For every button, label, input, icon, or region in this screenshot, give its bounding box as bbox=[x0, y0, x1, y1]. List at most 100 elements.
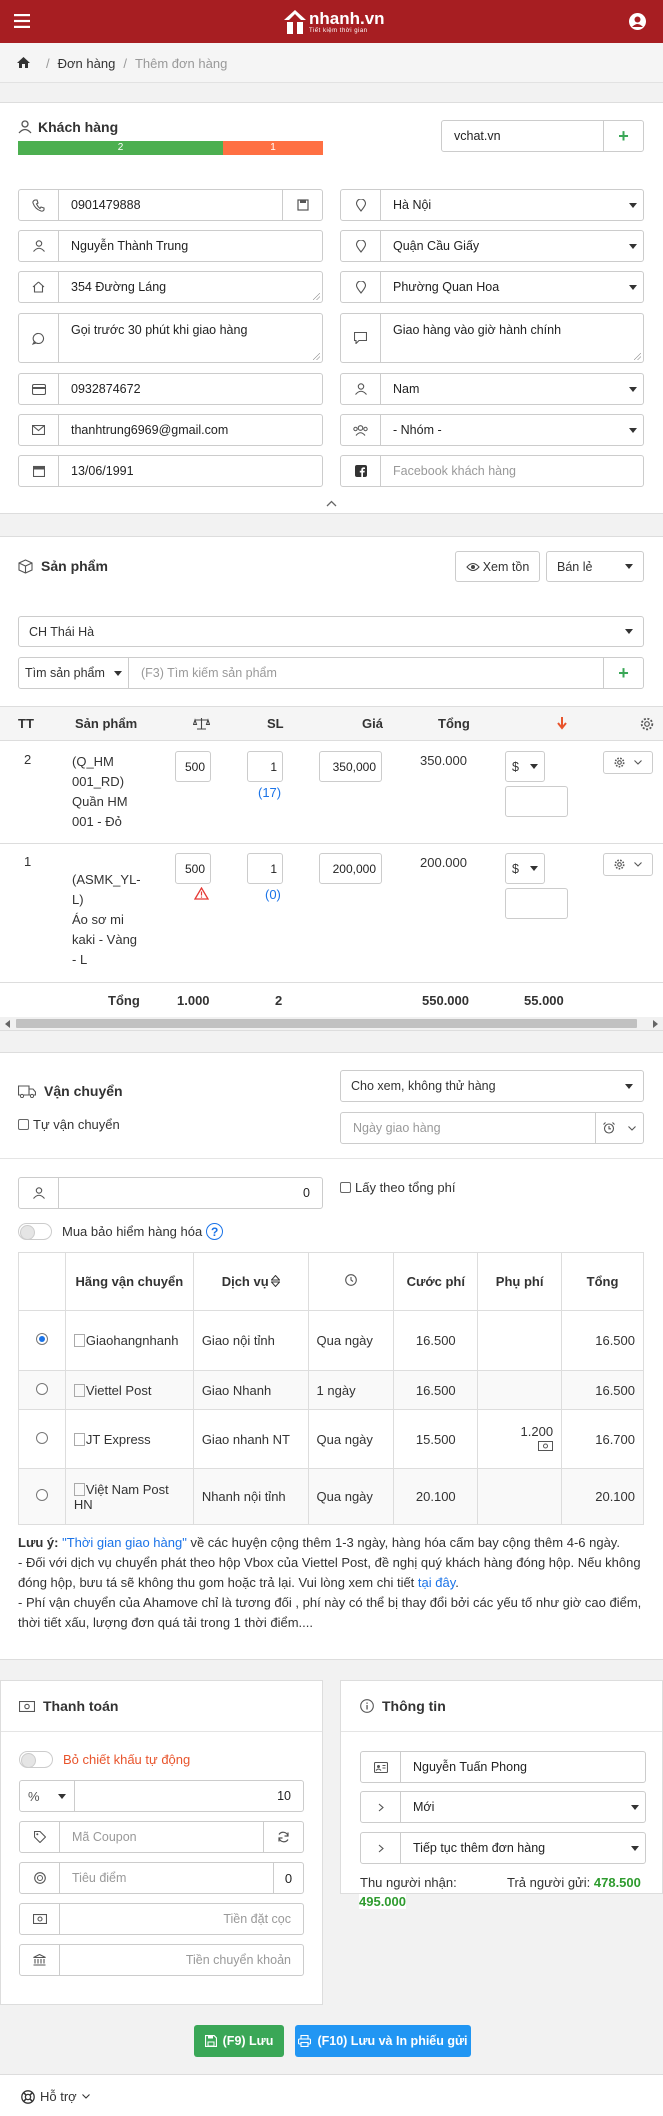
product-search-input[interactable]: (F3) Tìm kiếm sản phẩm bbox=[129, 658, 603, 688]
row-discount-input[interactable] bbox=[505, 888, 568, 919]
carrier-row[interactable]: Viettel Post Giao Nhanh 1 ngày 16.500 16… bbox=[18, 1370, 644, 1410]
delivery-time-link[interactable]: "Thời gian giao hàng" bbox=[62, 1535, 187, 1550]
add-product-button[interactable]: + bbox=[603, 658, 643, 688]
row-discount-input[interactable] bbox=[505, 786, 568, 817]
carrier-row[interactable]: Giaohangnhanh Giao nội tỉnh Qua ngày 16.… bbox=[18, 1310, 644, 1371]
row-weight-input[interactable]: 500 bbox=[175, 853, 211, 884]
group-select[interactable]: - Nhóm - bbox=[340, 414, 644, 446]
auto-discount-toggle[interactable] bbox=[19, 1751, 53, 1768]
details-link[interactable]: tại đây bbox=[418, 1575, 455, 1590]
discount-field[interactable]: % 10 bbox=[19, 1780, 304, 1812]
deposit-field[interactable]: Tiền đặt cọc bbox=[19, 1903, 304, 1935]
user-icon[interactable] bbox=[629, 13, 646, 30]
horizontal-scrollbar[interactable] bbox=[0, 1017, 663, 1030]
breadcrumb-orders[interactable]: Đơn hàng bbox=[58, 56, 116, 71]
chevron-right-icon bbox=[361, 1833, 401, 1863]
carrier-radio[interactable] bbox=[35, 1431, 48, 1444]
delivery-time-note-field[interactable]: Giao hàng vào giờ hành chính bbox=[340, 313, 644, 363]
save-label: (F9) Lưu bbox=[222, 2034, 274, 2048]
resize-grip[interactable] bbox=[634, 353, 641, 360]
pay-summary: Trả người gửi: 478.500 bbox=[507, 1875, 641, 1890]
product-search[interactable]: Tìm sản phẩm (F3) Tìm kiếm sản phẩm + bbox=[18, 657, 644, 689]
alarm-clock-button[interactable] bbox=[595, 1113, 643, 1143]
search-mode-select[interactable]: Tìm sản phẩm bbox=[19, 658, 129, 688]
checkbox-box[interactable] bbox=[18, 1119, 29, 1130]
name-field[interactable]: Nguyễn Thành Trung bbox=[18, 230, 323, 262]
row-currency-select[interactable]: $ bbox=[505, 853, 545, 884]
add-store-button[interactable]: + bbox=[603, 121, 643, 151]
money-bill-icon[interactable] bbox=[538, 1441, 554, 1451]
row-settings-button[interactable] bbox=[603, 751, 653, 774]
row-product[interactable]: (ASMK_YL-L) Áo sơ mi kaki - Vàng - L bbox=[72, 870, 142, 970]
row-price-input[interactable]: 200,000 bbox=[319, 853, 382, 884]
gender-select[interactable]: Nam bbox=[340, 373, 644, 405]
carrier-row[interactable]: Việt Nam Post HN Nhanh nội tỉnh Qua ngày… bbox=[18, 1468, 644, 1525]
address-field[interactable]: 354 Đường Láng bbox=[18, 271, 323, 303]
points-value[interactable]: 0 bbox=[273, 1863, 303, 1893]
delivery-note-field[interactable]: Gọi trước 30 phút khi giao hàng bbox=[18, 313, 323, 363]
facebook-field[interactable]: Facebook khách hàng bbox=[340, 455, 644, 487]
status-select[interactable]: Mới bbox=[360, 1791, 646, 1823]
carrier-row[interactable]: JT Express Giao nhanh NT Qua ngày 15.500… bbox=[18, 1409, 644, 1469]
row-qty-input[interactable]: 1 bbox=[247, 751, 283, 782]
row-settings-button[interactable] bbox=[603, 853, 653, 876]
total-fee-label: Lấy theo tổng phí bbox=[355, 1180, 456, 1195]
settings-gear-icon[interactable] bbox=[640, 717, 654, 734]
scroll-left-icon[interactable] bbox=[5, 1020, 10, 1028]
email-field[interactable]: thanhtrung6969@gmail.com bbox=[18, 414, 323, 446]
row-stock[interactable]: (17) bbox=[258, 785, 281, 800]
store-input[interactable]: vchat.vn + bbox=[441, 120, 644, 152]
menu-icon[interactable] bbox=[14, 14, 30, 28]
discount-unit-select[interactable]: % bbox=[20, 1781, 75, 1811]
carrier-radio[interactable] bbox=[35, 1333, 48, 1345]
carrier-radio[interactable] bbox=[35, 1382, 48, 1395]
staff-field[interactable]: Nguyễn Tuấn Phong bbox=[360, 1751, 646, 1783]
help-question-icon[interactable]: ? bbox=[206, 1223, 224, 1240]
package-weight-field[interactable]: 0 bbox=[18, 1177, 323, 1209]
sort-arrow-down-icon[interactable] bbox=[557, 717, 567, 733]
price-type-select[interactable]: Bán lẻ bbox=[546, 551, 644, 582]
store-select[interactable]: CH Thái Hà bbox=[18, 616, 644, 647]
col-extra: Phụ phí bbox=[477, 1252, 563, 1311]
district-select[interactable]: Quận Cầu Giấy bbox=[340, 230, 644, 262]
carrier-radio[interactable] bbox=[35, 1489, 48, 1501]
next-action-select[interactable]: Tiếp tục thêm đơn hàng bbox=[360, 1832, 646, 1864]
points-field[interactable]: Tiêu điểm 0 bbox=[19, 1862, 304, 1894]
save-print-button[interactable]: (F10) Lưu và In phiếu gửi bbox=[295, 2025, 471, 2057]
col-service[interactable]: Dịch vụ bbox=[192, 1252, 309, 1311]
row-qty-input[interactable]: 1 bbox=[247, 853, 283, 884]
delivery-date-field[interactable]: Ngày giao hàng bbox=[340, 1112, 644, 1144]
phone2-field[interactable]: 0932874672 bbox=[18, 373, 323, 405]
collapse-chevron-up-icon[interactable] bbox=[326, 500, 337, 507]
view-option-select[interactable]: Cho xem, không thử hàng bbox=[340, 1070, 644, 1102]
row-price-input[interactable]: 350,000 bbox=[319, 751, 382, 782]
city-select[interactable]: Hà Nội bbox=[340, 189, 644, 221]
plus-icon: + bbox=[618, 126, 629, 146]
scrollbar-thumb[interactable] bbox=[16, 1019, 637, 1028]
row-product[interactable]: (Q_HM 001_RD) Quần HM 001 - Đỏ bbox=[72, 752, 142, 832]
row-weight-input[interactable]: 500 bbox=[175, 751, 211, 782]
gear-icon bbox=[614, 757, 625, 768]
ward-select[interactable]: Phường Quan Hoa bbox=[340, 271, 644, 303]
save-button[interactable]: (F9) Lưu bbox=[194, 2025, 284, 2057]
dob-field[interactable]: 13/06/1991 bbox=[18, 455, 323, 487]
home-icon[interactable] bbox=[17, 57, 30, 68]
self-ship-checkbox[interactable]: Tự vận chuyển bbox=[18, 1117, 120, 1132]
insurance-toggle[interactable] bbox=[18, 1223, 52, 1240]
scroll-right-icon[interactable] bbox=[653, 1020, 658, 1028]
total-fee-checkbox[interactable]: Lấy theo tổng phí bbox=[340, 1180, 455, 1195]
support-menu[interactable]: Hỗ trợ bbox=[21, 2089, 90, 2104]
phone-field[interactable]: 0901479888 bbox=[18, 189, 323, 221]
nhanh-logo[interactable]: nhanh.vn Tiết kiệm thời gian bbox=[283, 6, 385, 38]
coupon-field[interactable]: Mã Coupon bbox=[19, 1821, 304, 1853]
view-stock-button[interactable]: Xem tồn bbox=[455, 551, 540, 582]
transfer-field[interactable]: Tiền chuyển khoản bbox=[19, 1944, 304, 1976]
refresh-coupon-button[interactable] bbox=[263, 1822, 303, 1852]
checkbox-box[interactable] bbox=[340, 1182, 351, 1193]
resize-grip[interactable] bbox=[313, 293, 320, 300]
chevron-down-icon bbox=[633, 760, 642, 765]
save-phone-icon[interactable] bbox=[282, 190, 322, 220]
resize-grip[interactable] bbox=[313, 353, 320, 360]
row-stock[interactable]: (0) bbox=[265, 887, 281, 902]
row-currency-select[interactable]: $ bbox=[505, 751, 545, 782]
